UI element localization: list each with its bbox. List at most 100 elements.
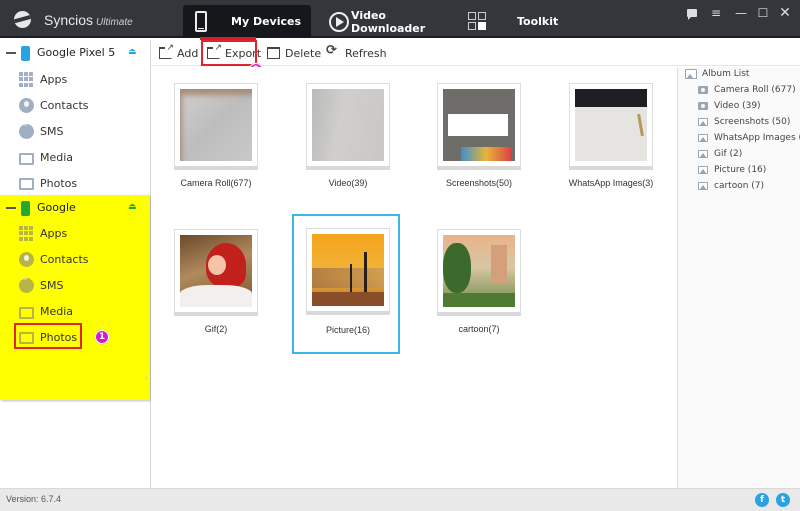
contacts-icon [19,252,34,267]
collapse-icon[interactable] [6,52,16,54]
sidebar-item-photos[interactable]: Photos [0,171,150,197]
album-label: Picture(16) [325,325,370,335]
album-video[interactable]: Video(39) [285,69,393,209]
sidebar-item-contacts[interactable]: Contacts [0,93,150,119]
sidebar-item-contacts[interactable]: Contacts [0,247,150,273]
sidebar-item-sms[interactable]: SMS [0,273,150,299]
album-list-item[interactable]: cartoon (7) [698,181,764,191]
album-list-item-label: Picture (16) [714,165,767,175]
eject-icon[interactable]: ⏏ [128,202,137,212]
device-phone-icon [21,46,30,61]
album-gif[interactable]: Gif(2) [153,215,261,355]
sidebar-item-apps[interactable]: Apps [0,221,150,247]
feedback-button[interactable] [682,6,702,20]
play-icon [329,12,349,32]
album-screenshots[interactable]: Screenshots(50) [416,69,524,209]
album-thumbnail-frame [306,228,390,315]
twitter-icon[interactable]: t [776,493,790,507]
minimize-icon: — [735,6,747,20]
sidebar-item-media[interactable]: Media [0,299,150,325]
album-grid: Camera Roll(677) Video(39) Screenshots(5… [151,67,676,488]
refresh-button[interactable]: Refresh [326,43,387,61]
album-list-item[interactable]: Gif (2) [698,149,742,159]
contacts-icon [19,98,34,113]
album-list-item-label: WhatsApp Images (3) [714,133,800,143]
sidebar-item-label: SMS [40,125,64,138]
image-icon [698,134,708,142]
add-icon [159,43,174,59]
menu-icon: ≡ [710,6,722,20]
camera-icon [698,86,708,94]
facebook-icon[interactable]: f [755,493,769,507]
sms-icon [19,121,34,139]
close-icon: ✕ [779,5,791,21]
title-bar: Syncios Ultimate My Devices Video Downloa… [0,0,800,40]
sidebar-item-label: Media [40,305,74,318]
album-thumbnail [180,89,252,161]
album-list-item[interactable]: Picture (16) [698,165,766,175]
album-thumbnail-frame [437,229,521,316]
status-bar: Version: 6.7.4 f t [0,488,800,511]
album-thumbnail [312,234,384,306]
eject-icon[interactable]: ⏏ [128,47,137,57]
sidebar-item-apps[interactable]: Apps [0,67,150,93]
album-list-item[interactable]: Screenshots (50) [698,117,790,127]
album-list-item[interactable]: Video (39) [698,101,761,111]
album-thumbnail-frame [174,83,258,170]
tab-label: My Devices [231,15,302,28]
album-list-item-label: Gif (2) [714,149,743,159]
album-label: Camera Roll(677) [180,178,252,188]
sidebar-collapse-arrow-icon[interactable]: ‹ [144,373,148,384]
sidebar-item-sms[interactable]: SMS [0,119,150,145]
image-icon [698,150,708,158]
device-header-google-pixel-5[interactable]: Google Pixel 5 ⏏ [0,41,151,65]
step-badge-1: 1 [95,330,109,344]
version-text: Version: 6.7.4 [6,494,62,504]
phone-icon [195,11,207,32]
app-name: Syncios [44,12,94,28]
tab-my-devices[interactable]: My Devices [183,5,311,40]
photos-icon [19,178,34,190]
album-list-item[interactable]: WhatsApp Images (3) [698,133,800,143]
album-whatsapp-images[interactable]: WhatsApp Images(3) [548,69,656,209]
sidebar-item-label: Contacts [40,99,89,112]
close-button[interactable]: ✕ [775,6,795,20]
annotation-highlight-photos [14,323,82,349]
album-label: cartoon(7) [458,324,500,334]
album-list-icon [685,69,697,79]
apps-icon [19,72,34,87]
tab-toolkit[interactable]: Toolkit [461,5,581,38]
album-picture-selected[interactable]: Picture(16) [292,214,400,354]
app-brand: Syncios Ultimate [44,12,133,28]
sidebar-item-label: Apps [40,73,68,86]
device-header-google[interactable]: Google ⏏ [0,196,151,220]
album-camera-roll[interactable]: Camera Roll(677) [153,69,261,209]
image-icon [698,118,708,126]
album-thumbnail-frame [569,83,653,170]
toolbar: Add Export Delete Refresh 2 [151,40,800,77]
add-button[interactable]: Add [159,43,198,61]
menu-button[interactable]: ≡ [706,6,726,20]
media-icon [19,153,34,165]
album-thumbnail-frame [306,83,390,170]
delete-button[interactable]: Delete [267,45,321,61]
album-thumbnail-frame [437,83,521,170]
tab-video-downloader[interactable]: Video Downloader [311,5,461,38]
sidebar-item-media[interactable]: Media [0,145,150,171]
syncios-window: Syncios Ultimate My Devices Video Downloa… [0,0,800,511]
refresh-icon [326,43,340,59]
maximize-button[interactable]: ☐ [753,6,773,20]
collapse-icon[interactable] [6,207,16,209]
album-cartoon[interactable]: cartoon(7) [416,215,524,355]
grid-icon [468,12,487,31]
highlighted-device-section: Google ⏏ Apps Contacts SMS Media Phot [0,195,150,400]
syncios-logo-icon [14,11,31,28]
album-list-item[interactable]: Camera Roll (677) [698,85,796,95]
album-thumbnail [575,89,647,161]
minimize-button[interactable]: — [731,6,751,20]
album-list-header[interactable]: Album List [685,69,749,79]
sidebar-item-label: Apps [40,227,68,240]
album-thumbnail [443,89,515,161]
album-label: WhatsApp Images(3) [568,178,654,188]
album-thumbnail [180,235,252,307]
